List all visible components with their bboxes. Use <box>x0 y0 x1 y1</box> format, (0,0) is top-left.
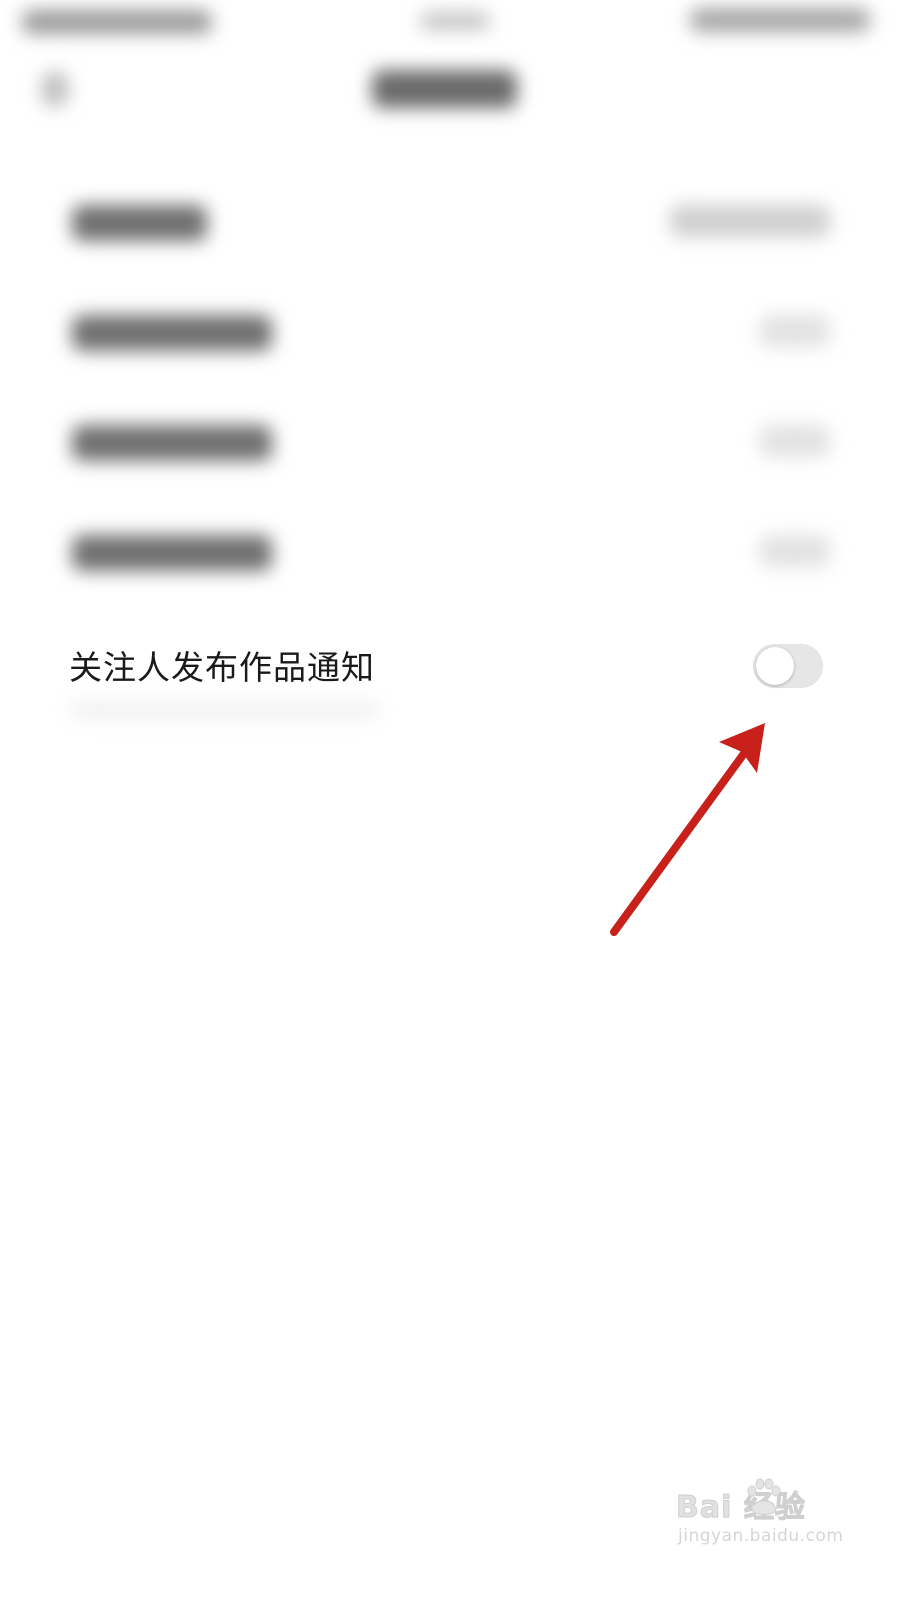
setting-row-1-value[interactable] <box>670 205 830 237</box>
setting-row-1-label <box>72 205 207 241</box>
toggle-knob <box>756 647 794 685</box>
watermark: Bai 经验 jingyan.baidu.com <box>672 1478 844 1548</box>
setting-row-follow-post-notify[interactable]: 关注人发布作品通知 <box>0 630 900 706</box>
watermark-logo-text: Bai 经验 <box>676 1490 806 1526</box>
blurred-background <box>0 0 900 1600</box>
setting-row-2-label <box>72 315 272 351</box>
status-bar-right <box>690 8 870 32</box>
follow-post-notify-toggle[interactable] <box>753 644 823 688</box>
setting-row-4-label <box>72 535 272 571</box>
back-arrow-icon[interactable] <box>42 72 68 106</box>
status-bar-center <box>420 12 490 30</box>
paw-icon <box>747 1478 781 1515</box>
setting-row-3-toggle[interactable] <box>760 425 830 457</box>
status-bar-left <box>22 10 212 34</box>
page-title <box>372 70 517 108</box>
setting-row-4-toggle[interactable] <box>760 535 830 567</box>
watermark-site-text: jingyan.baidu.com <box>678 1526 844 1546</box>
setting-row-3-label <box>72 425 272 461</box>
setting-row-2-toggle[interactable] <box>760 315 830 347</box>
setting-label: 关注人发布作品通知 <box>69 648 375 687</box>
